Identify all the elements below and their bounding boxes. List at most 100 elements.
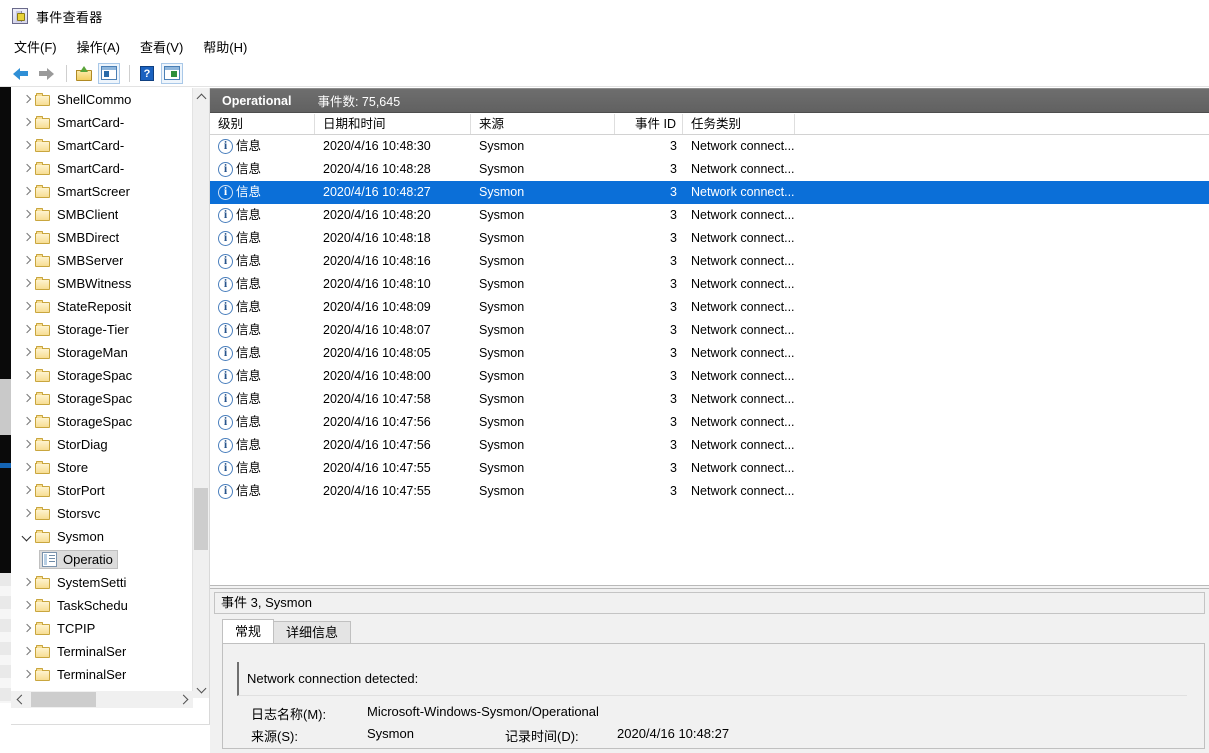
tree-scroll-up-button[interactable] bbox=[193, 88, 209, 105]
table-row[interactable]: 信息 2020/4/16 10:48:00 Sysmon 3 Network conne… bbox=[210, 365, 1209, 388]
table-row[interactable]: 信息 2020/4/16 10:48:07 Sysmon 3 Network conne… bbox=[210, 319, 1209, 342]
chevron-right-icon[interactable] bbox=[19, 460, 35, 476]
table-row[interactable]: 信息 2020/4/16 10:48:05 Sysmon 3 Network conne… bbox=[210, 342, 1209, 365]
tree-item-label: SmartScreer bbox=[57, 184, 130, 199]
column-header-level[interactable]: 级别 bbox=[210, 114, 315, 134]
tree-horizontal-scrollbar[interactable] bbox=[11, 691, 193, 708]
chevron-right-icon[interactable] bbox=[19, 621, 35, 637]
tree-item-smbclient[interactable]: SMBClient bbox=[11, 203, 193, 226]
chevron-right-icon[interactable] bbox=[19, 368, 35, 384]
table-row[interactable]: 信息 2020/4/16 10:48:30 Sysmon 3 Network conne… bbox=[210, 135, 1209, 158]
tree-item-storsvc[interactable]: Storsvc bbox=[11, 502, 193, 525]
table-row[interactable]: 信息 2020/4/16 10:47:56 Sysmon 3 Network conne… bbox=[210, 411, 1209, 434]
chevron-right-icon[interactable] bbox=[19, 391, 35, 407]
tab-details[interactable]: 详细信息 bbox=[273, 621, 352, 643]
show-hide-console-tree-button[interactable] bbox=[98, 62, 120, 84]
table-row[interactable]: 信息 2020/4/16 10:48:28 Sysmon 3 Network conne… bbox=[210, 158, 1209, 181]
tab-general[interactable]: 常规 bbox=[222, 619, 275, 643]
table-row[interactable]: 信息 2020/4/16 10:47:56 Sysmon 3 Network conne… bbox=[210, 434, 1209, 457]
tree-item-storport[interactable]: StorPort bbox=[11, 479, 193, 502]
chevron-right-icon[interactable] bbox=[19, 276, 35, 292]
chevron-right-icon[interactable] bbox=[19, 299, 35, 315]
column-header-source[interactable]: 来源 bbox=[471, 114, 615, 134]
column-header-datetime[interactable]: 日期和时间 bbox=[315, 114, 471, 134]
tree-item-statereposit[interactable]: StateReposit bbox=[11, 295, 193, 318]
tree-item-smbserver[interactable]: SMBServer bbox=[11, 249, 193, 272]
tree-item-storage-tier[interactable]: Storage-Tier bbox=[11, 318, 193, 341]
table-row[interactable]: 信息 2020/4/16 10:47:55 Sysmon 3 Network conne… bbox=[210, 480, 1209, 503]
chevron-right-icon[interactable] bbox=[19, 437, 35, 453]
up-one-level-button[interactable] bbox=[73, 63, 95, 84]
tree-scroll-right-button[interactable] bbox=[176, 691, 193, 708]
show-hide-action-pane-button[interactable] bbox=[161, 62, 183, 84]
tree-item-sysmon[interactable]: Sysmon bbox=[11, 525, 193, 548]
menu-item-help[interactable]: 帮助(H) bbox=[203, 35, 258, 58]
chevron-right-icon[interactable] bbox=[19, 138, 35, 154]
column-header-task-category[interactable]: 任务类别 bbox=[683, 114, 795, 134]
tree-vertical-scrollbar[interactable] bbox=[192, 88, 209, 698]
chevron-right-icon[interactable] bbox=[19, 92, 35, 108]
tree-item-smbwitness[interactable]: SMBWitness bbox=[11, 272, 193, 295]
help-button[interactable]: ? bbox=[136, 63, 158, 84]
event-list[interactable]: 信息 2020/4/16 10:48:30 Sysmon 3 Network conne… bbox=[210, 135, 1209, 585]
chevron-right-icon[interactable] bbox=[19, 184, 35, 200]
tree-item-terminalser[interactable]: TerminalSer bbox=[11, 640, 193, 663]
chevron-right-icon[interactable] bbox=[19, 230, 35, 246]
chevron-right-icon[interactable] bbox=[19, 345, 35, 361]
tree-item-taskschedu[interactable]: TaskSchedu bbox=[11, 594, 193, 617]
tree-item-smartscreer[interactable]: SmartScreer bbox=[11, 180, 193, 203]
chevron-right-icon[interactable] bbox=[19, 207, 35, 223]
tree-item-terminalser[interactable]: TerminalSer bbox=[11, 663, 193, 686]
column-header-event-id[interactable]: 事件 ID bbox=[615, 114, 683, 134]
cell-datetime: 2020/4/16 10:48:30 bbox=[323, 139, 431, 153]
tree-scroll-down-button[interactable] bbox=[193, 681, 209, 698]
chevron-right-icon[interactable] bbox=[19, 598, 35, 614]
table-row[interactable]: 信息 2020/4/16 10:48:16 Sysmon 3 Network conne… bbox=[210, 250, 1209, 273]
tree-item-stordiag[interactable]: StorDiag bbox=[11, 433, 193, 456]
chevron-right-icon[interactable] bbox=[19, 161, 35, 177]
table-row[interactable]: 信息 2020/4/16 10:48:18 Sysmon 3 Network conne… bbox=[210, 227, 1209, 250]
tree-item-storagespac[interactable]: StorageSpac bbox=[11, 387, 193, 410]
tree-item-storagespac[interactable]: StorageSpac bbox=[11, 364, 193, 387]
tree-item-storagespac[interactable]: StorageSpac bbox=[11, 410, 193, 433]
chevron-right-icon[interactable] bbox=[19, 414, 35, 430]
tree-item-smartcard-[interactable]: SmartCard- bbox=[11, 157, 193, 180]
chevron-right-icon[interactable] bbox=[19, 483, 35, 499]
tree-item-storageman[interactable]: StorageMan bbox=[11, 341, 193, 364]
tree-item-smartcard-[interactable]: SmartCard- bbox=[11, 134, 193, 157]
table-row[interactable]: 信息 2020/4/16 10:47:55 Sysmon 3 Network conne… bbox=[210, 457, 1209, 480]
chevron-right-icon[interactable] bbox=[19, 115, 35, 131]
chevron-right-icon[interactable] bbox=[19, 575, 35, 591]
chevron-right-icon[interactable] bbox=[19, 253, 35, 269]
menu-item-view[interactable]: 查看(V) bbox=[140, 35, 194, 58]
back-button[interactable] bbox=[10, 63, 32, 84]
chevron-right-icon[interactable] bbox=[19, 506, 35, 522]
tree-item-store[interactable]: Store bbox=[11, 456, 193, 479]
event-list-column-header[interactable]: 级别 日期和时间 来源 事件 ID 任务类别 bbox=[210, 114, 1209, 135]
tree-scroll-thumb[interactable] bbox=[194, 488, 208, 550]
table-row[interactable]: 信息 2020/4/16 10:48:20 Sysmon 3 Network conne… bbox=[210, 204, 1209, 227]
tree-item-smbdirect[interactable]: SMBDirect bbox=[11, 226, 193, 249]
tree-item-tcpip[interactable]: TCPIP bbox=[11, 617, 193, 640]
tree-item-smartcard-[interactable]: SmartCard- bbox=[11, 111, 193, 134]
table-row[interactable]: 信息 2020/4/16 10:48:09 Sysmon 3 Network conne… bbox=[210, 296, 1209, 319]
chevron-right-icon[interactable] bbox=[19, 667, 35, 683]
menu-item-file[interactable]: 文件(F) bbox=[14, 35, 68, 58]
tree-hscroll-thumb[interactable] bbox=[31, 692, 96, 707]
table-row[interactable]: 信息 2020/4/16 10:48:10 Sysmon 3 Network conne… bbox=[210, 273, 1209, 296]
tree-item-content: TaskSchedu bbox=[35, 598, 128, 613]
menu-item-action[interactable]: 操作(A) bbox=[77, 35, 131, 58]
tree-item-systemsetti[interactable]: SystemSetti bbox=[11, 571, 193, 594]
chevron-right-icon[interactable] bbox=[19, 644, 35, 660]
chevron-down-icon[interactable] bbox=[19, 529, 35, 545]
tree-item-label: StateReposit bbox=[57, 299, 132, 314]
cell-event-id: 3 bbox=[670, 162, 677, 176]
console-tree[interactable]: ShellCommo SmartCard- SmartCard- SmartCard-… bbox=[11, 88, 193, 698]
table-row[interactable]: 信息 2020/4/16 10:47:58 Sysmon 3 Network conne… bbox=[210, 388, 1209, 411]
tree-scroll-left-button[interactable] bbox=[11, 691, 28, 708]
forward-button[interactable] bbox=[35, 63, 57, 84]
chevron-right-icon[interactable] bbox=[19, 322, 35, 338]
tree-item-shellcommo[interactable]: ShellCommo bbox=[11, 88, 193, 111]
table-row[interactable]: 信息 2020/4/16 10:48:27 Sysmon 3 Network conne… bbox=[210, 181, 1209, 204]
tree-item-operatio[interactable]: Operatio bbox=[11, 548, 193, 571]
